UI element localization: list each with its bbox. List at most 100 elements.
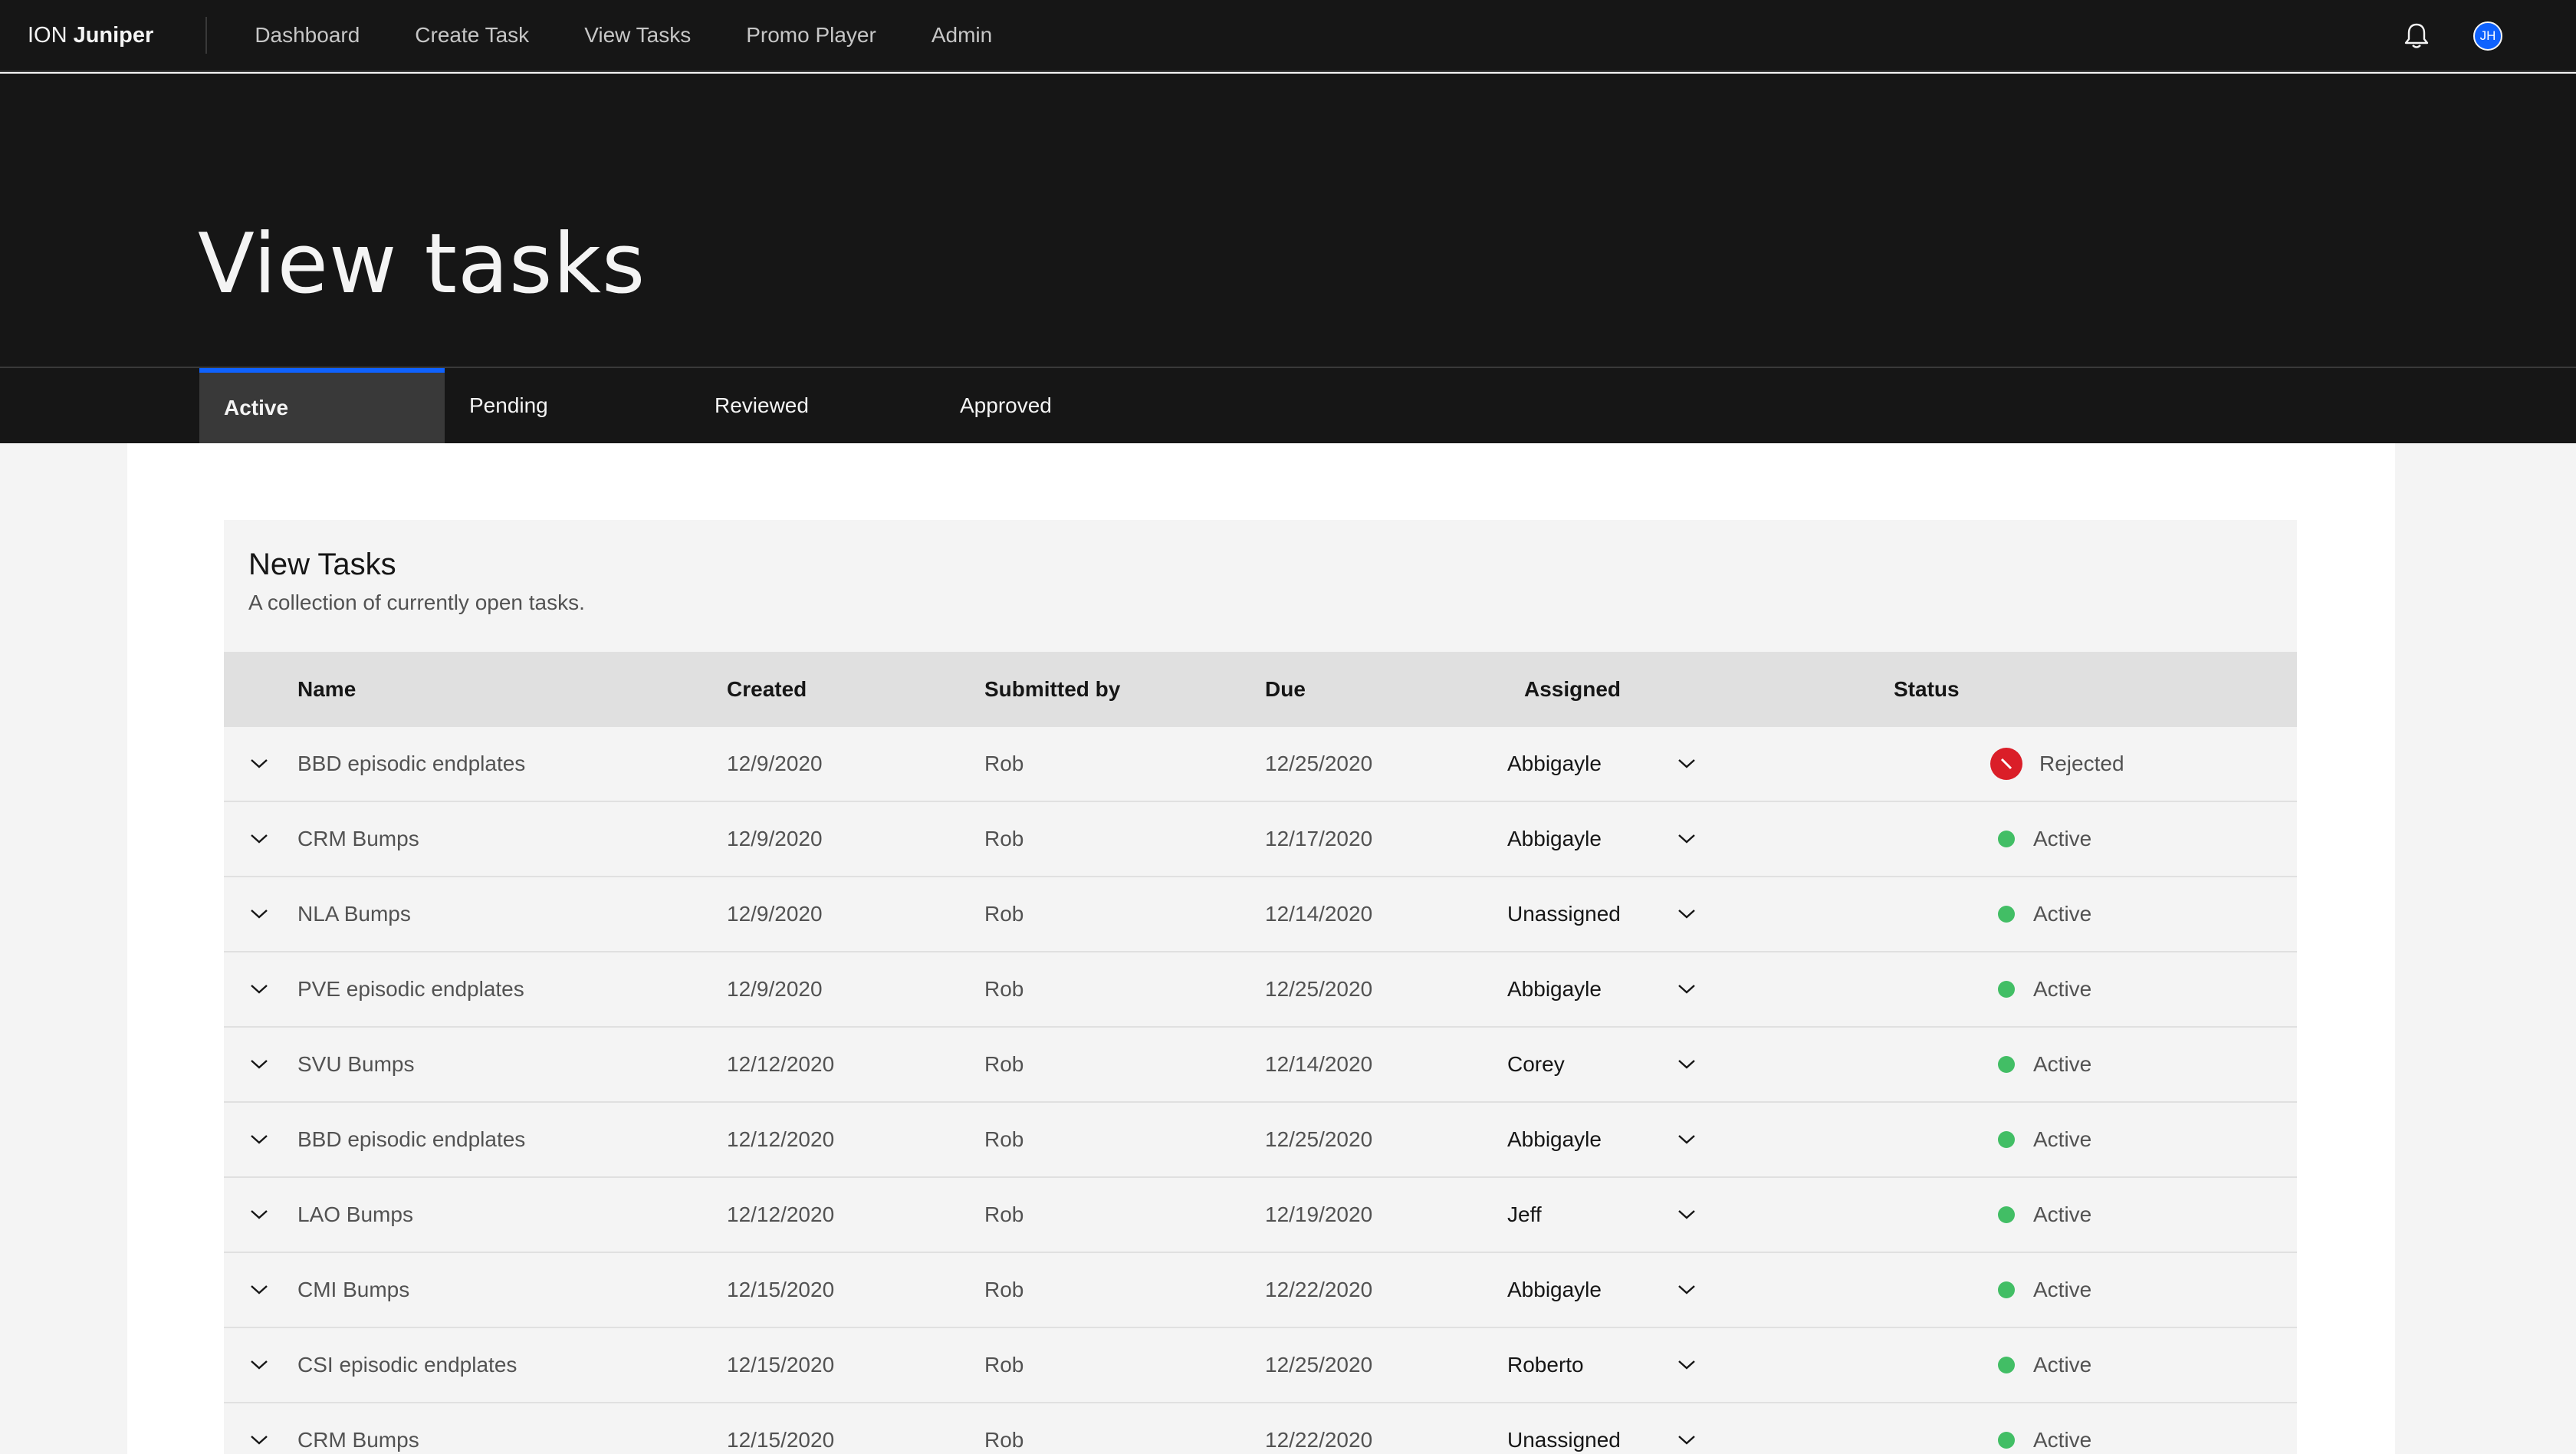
nav-item-promo-player[interactable]: Promo Player <box>718 0 904 71</box>
chevron-down-icon <box>1678 759 1695 768</box>
expand-row-chevron-icon[interactable] <box>250 1253 268 1327</box>
cell-created: 12/12/2020 <box>727 1127 835 1151</box>
cell-submitted-by: Rob <box>984 1428 1024 1452</box>
expand-row-chevron-icon[interactable] <box>250 1403 268 1454</box>
cell-submitted-by: Rob <box>984 977 1024 1001</box>
expand-row-chevron-icon[interactable] <box>250 1028 268 1101</box>
tab-bar: Active Pending Reviewed Approved <box>0 368 2576 443</box>
nav-item-admin[interactable]: Admin <box>904 0 1020 71</box>
status-indicator: Active <box>1990 1028 2091 1101</box>
assigned-dropdown[interactable]: Abbigayle <box>1507 952 1699 1026</box>
table-row: CRM Bumps 12/9/2020 Rob 12/17/2020 Abbig… <box>224 802 2297 877</box>
status-label: Active <box>2033 1127 2092 1151</box>
cell-due: 12/22/2020 <box>1265 1278 1373 1301</box>
assigned-dropdown[interactable]: Abbigayle <box>1507 727 1699 801</box>
assigned-value: Abbigayle <box>1507 827 1602 850</box>
column-header-created[interactable]: Created <box>727 652 807 727</box>
status-indicator: Active <box>1990 1103 2091 1176</box>
assigned-dropdown[interactable]: Abbigayle <box>1507 1103 1699 1176</box>
column-header-name[interactable]: Name <box>297 652 356 727</box>
table-row: BBD episodic endplates 12/12/2020 Rob 12… <box>224 1103 2297 1178</box>
assigned-dropdown[interactable]: Corey <box>1507 1028 1699 1101</box>
cell-name: CRM Bumps <box>297 827 419 850</box>
cell-submitted-by: Rob <box>984 827 1024 850</box>
column-header-assigned[interactable]: Assigned <box>1524 652 1621 727</box>
expand-row-chevron-icon[interactable] <box>250 1178 268 1252</box>
assigned-dropdown[interactable]: Unassigned <box>1507 877 1699 951</box>
brand-prefix: ION <box>28 22 67 48</box>
cell-created: 12/12/2020 <box>727 1052 835 1076</box>
cell-submitted-by: Rob <box>984 752 1024 775</box>
status-label: Active <box>2033 1353 2092 1377</box>
expand-row-chevron-icon[interactable] <box>250 952 268 1026</box>
table-header: Name Created Submitted by Due Assigned S… <box>224 652 2297 727</box>
chevron-down-icon <box>1678 985 1695 994</box>
table-title: New Tasks <box>248 548 396 581</box>
table-row: NLA Bumps 12/9/2020 Rob 12/14/2020 Unass… <box>224 877 2297 952</box>
active-status-dot-icon <box>1998 831 2015 847</box>
tab-approved[interactable]: Approved <box>935 368 1181 443</box>
cell-name: CSI episodic endplates <box>297 1353 518 1377</box>
assigned-dropdown[interactable]: Roberto <box>1507 1328 1699 1402</box>
assigned-dropdown[interactable]: Abbigayle <box>1507 802 1699 876</box>
cell-submitted-by: Rob <box>984 1052 1024 1076</box>
table-body: BBD episodic endplates 12/9/2020 Rob 12/… <box>224 727 2297 1454</box>
active-status-dot-icon <box>1998 1357 2015 1373</box>
column-header-due[interactable]: Due <box>1265 652 1306 727</box>
status-label: Active <box>2033 1202 2092 1226</box>
cell-name: BBD episodic endplates <box>297 752 526 775</box>
active-status-dot-icon <box>1998 1206 2015 1223</box>
cell-due: 12/17/2020 <box>1265 827 1373 850</box>
expand-row-chevron-icon[interactable] <box>250 1328 268 1402</box>
status-label: Active <box>2033 902 2092 926</box>
assigned-dropdown[interactable]: Unassigned <box>1507 1403 1699 1454</box>
nav-item-create-task[interactable]: Create Task <box>387 0 557 71</box>
cell-name: PVE episodic endplates <box>297 977 524 1001</box>
nav-item-dashboard[interactable]: Dashboard <box>207 0 387 71</box>
expand-row-chevron-icon[interactable] <box>250 1103 268 1176</box>
cell-submitted-by: Rob <box>984 902 1024 926</box>
tab-reviewed[interactable]: Reviewed <box>690 368 935 443</box>
tab-active[interactable]: Active <box>199 368 445 443</box>
expand-row-chevron-icon[interactable] <box>250 727 268 801</box>
assigned-dropdown[interactable]: Abbigayle <box>1507 1253 1699 1327</box>
chevron-down-icon <box>1678 1436 1695 1445</box>
table-row: SVU Bumps 12/12/2020 Rob 12/14/2020 Core… <box>224 1028 2297 1103</box>
expand-row-chevron-icon[interactable] <box>250 877 268 951</box>
column-header-submitted-by[interactable]: Submitted by <box>984 652 1120 727</box>
cell-name: BBD episodic endplates <box>297 1127 526 1151</box>
chevron-down-icon <box>1678 1060 1695 1069</box>
expand-row-chevron-icon[interactable] <box>250 802 268 876</box>
cell-created: 12/9/2020 <box>727 827 823 850</box>
assigned-value: Abbigayle <box>1507 752 1602 775</box>
assigned-value: Corey <box>1507 1052 1565 1076</box>
user-avatar[interactable]: JH <box>2473 21 2502 51</box>
cell-submitted-by: Rob <box>984 1202 1024 1226</box>
assigned-dropdown[interactable]: Jeff <box>1507 1178 1699 1252</box>
status-label: Active <box>2033 1278 2092 1301</box>
status-indicator: Active <box>1990 1253 2091 1327</box>
cell-name: SVU Bumps <box>297 1052 415 1076</box>
cell-created: 12/15/2020 <box>727 1353 835 1377</box>
cell-name: CMI Bumps <box>297 1278 410 1301</box>
assigned-value: Unassigned <box>1507 902 1621 926</box>
assigned-value: Jeff <box>1507 1202 1542 1226</box>
nav-item-view-tasks[interactable]: View Tasks <box>557 0 718 71</box>
cell-created: 12/15/2020 <box>727 1428 835 1452</box>
active-status-dot-icon <box>1998 1432 2015 1449</box>
table-row: CMI Bumps 12/15/2020 Rob 12/22/2020 Abbi… <box>224 1253 2297 1328</box>
brand-name: Juniper <box>73 22 154 48</box>
chevron-down-icon <box>1678 1210 1695 1219</box>
cell-created: 12/9/2020 <box>727 752 823 775</box>
assigned-value: Unassigned <box>1507 1428 1621 1452</box>
main-nav: Dashboard Create Task View Tasks Promo P… <box>207 0 1020 71</box>
chevron-down-icon <box>1678 1360 1695 1370</box>
cell-submitted-by: Rob <box>984 1278 1024 1301</box>
column-header-status[interactable]: Status <box>1894 652 1960 727</box>
cell-due: 12/14/2020 <box>1265 902 1373 926</box>
brand-logo[interactable]: ION Juniper <box>0 17 208 54</box>
cell-due: 12/25/2020 <box>1265 1353 1373 1377</box>
notification-bell-icon[interactable] <box>2401 21 2432 51</box>
tab-pending[interactable]: Pending <box>445 368 690 443</box>
cell-name: CRM Bumps <box>297 1428 419 1452</box>
